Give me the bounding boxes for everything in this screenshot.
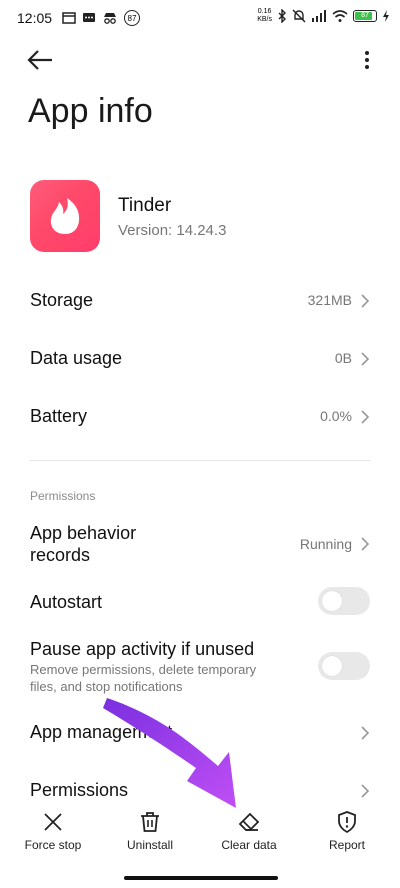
app-behavior-row[interactable]: App behavior records Running bbox=[0, 518, 400, 570]
wifi-icon bbox=[332, 10, 348, 22]
calendar-icon bbox=[62, 12, 76, 24]
force-stop-button[interactable]: Force stop bbox=[8, 802, 98, 852]
app-management-row[interactable]: App management bbox=[0, 710, 400, 754]
status-right-icons: 0.16 KB/s 87 bbox=[257, 8, 390, 24]
network-speed-value: 0.16 bbox=[257, 8, 272, 15]
notification-badge: 87 bbox=[124, 10, 140, 26]
app-behavior-label-line1: App behavior bbox=[30, 523, 137, 543]
signal-icon bbox=[312, 10, 326, 22]
chevron-right-icon bbox=[361, 537, 370, 551]
home-indicator[interactable] bbox=[124, 876, 278, 880]
app-management-label: App management bbox=[30, 722, 173, 742]
bluetooth-icon bbox=[278, 9, 286, 23]
trash-icon bbox=[141, 812, 159, 832]
storage-label: Storage bbox=[30, 290, 94, 310]
eraser-icon bbox=[238, 812, 260, 831]
app-version: Version: 14.24.3 bbox=[118, 222, 227, 239]
battery-level: 87 bbox=[361, 12, 369, 19]
status-bar: 12:05 87 0.16 KB/s 87 bbox=[0, 0, 400, 36]
network-speed: 0.16 KB/s bbox=[257, 8, 272, 24]
storage-value: 321MB bbox=[307, 292, 352, 308]
data-usage-row[interactable]: Data usage 0B bbox=[0, 336, 400, 380]
toggle-knob bbox=[322, 656, 342, 676]
status-time: 12:05 bbox=[17, 10, 53, 26]
page-title: App info bbox=[28, 92, 153, 130]
report-button[interactable]: Report bbox=[302, 802, 392, 852]
app-icon bbox=[30, 180, 100, 252]
battery-indicator: 87 bbox=[353, 10, 377, 22]
bottom-action-bar: Force stop Uninstall Clear data Report bbox=[0, 802, 400, 862]
app-behavior-value: Running bbox=[299, 536, 352, 552]
battery-row[interactable]: Battery 0.0% bbox=[0, 394, 400, 438]
tinder-flame-icon bbox=[50, 198, 80, 234]
permissions-section-header: Permissions bbox=[30, 489, 96, 503]
back-button[interactable] bbox=[26, 48, 56, 72]
status-left-icons: 87 bbox=[62, 10, 140, 26]
network-speed-unit: KB/s bbox=[257, 16, 272, 23]
charging-icon bbox=[383, 10, 389, 22]
battery-value: 0.0% bbox=[320, 408, 352, 424]
app-name: Tinder bbox=[118, 195, 172, 216]
chevron-right-icon bbox=[361, 294, 370, 308]
app-behavior-label-line2: records bbox=[30, 545, 91, 565]
message-icon bbox=[83, 13, 95, 22]
top-bar bbox=[0, 40, 400, 80]
chevron-right-icon bbox=[361, 784, 370, 798]
clear-data-button[interactable]: Clear data bbox=[204, 802, 294, 852]
close-icon bbox=[44, 813, 62, 831]
permissions-label: Permissions bbox=[30, 780, 129, 800]
report-label: Report bbox=[328, 838, 366, 852]
data-usage-label: Data usage bbox=[30, 348, 123, 368]
pause-activity-desc-line1: Remove permissions, delete temporary bbox=[30, 662, 257, 677]
chevron-right-icon bbox=[361, 726, 370, 740]
clear-data-label: Clear data bbox=[221, 838, 277, 852]
more-vertical-icon bbox=[365, 51, 369, 69]
more-options-button[interactable] bbox=[362, 48, 372, 72]
arrow-left-icon bbox=[27, 50, 52, 70]
chevron-right-icon bbox=[361, 410, 370, 424]
incognito-icon bbox=[104, 13, 116, 24]
autostart-toggle[interactable] bbox=[318, 587, 370, 615]
pause-activity-label: Pause app activity if unused bbox=[30, 639, 255, 659]
shield-alert-icon bbox=[338, 811, 356, 834]
uninstall-label: Uninstall bbox=[126, 838, 174, 852]
data-usage-value: 0B bbox=[334, 350, 352, 366]
storage-row[interactable]: Storage 321MB bbox=[0, 278, 400, 322]
annotation-arrow bbox=[103, 698, 236, 808]
mute-bell-icon bbox=[292, 9, 306, 23]
autostart-label: Autostart bbox=[30, 592, 103, 612]
chevron-right-icon bbox=[361, 352, 370, 366]
section-divider bbox=[30, 460, 370, 461]
uninstall-button[interactable]: Uninstall bbox=[105, 802, 195, 852]
battery-label: Battery bbox=[30, 406, 88, 426]
pause-activity-desc-line2: files, and stop notifications bbox=[30, 679, 183, 694]
toggle-knob bbox=[322, 591, 342, 611]
pause-activity-toggle[interactable] bbox=[318, 652, 370, 680]
force-stop-label: Force stop bbox=[24, 838, 82, 852]
